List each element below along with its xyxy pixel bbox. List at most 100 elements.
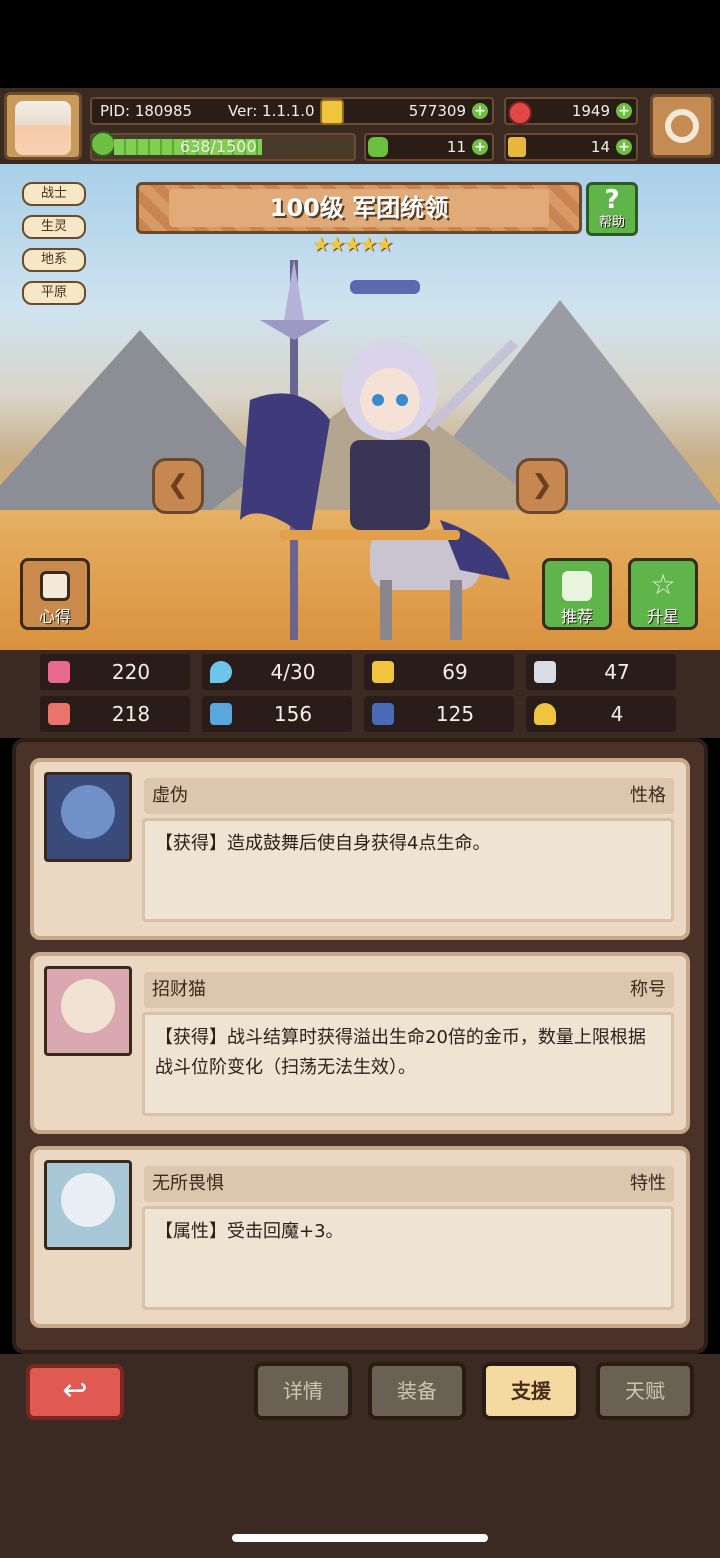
boot-icon — [372, 703, 394, 725]
portrait-figure — [61, 1173, 115, 1227]
exp-icon — [90, 131, 116, 157]
notes-label: 心得 — [38, 607, 71, 626]
shield-icon — [372, 661, 394, 683]
stat-attack-value: 218 — [111, 702, 151, 726]
card-stars: ★★★★ — [59, 1053, 132, 1056]
recommend-button[interactable]: 推荐 — [542, 558, 612, 630]
tab-support[interactable]: 支援 — [482, 1362, 580, 1420]
clover-value: 11 — [446, 138, 466, 156]
tag-race: 生灵 — [22, 215, 86, 239]
pid-version-row: PID: 180985 Ver: 1.1.1.0 — [90, 97, 346, 125]
tab-talent[interactable]: 天赋 — [596, 1362, 694, 1420]
stat-magic-value: 156 — [273, 702, 313, 726]
add-gold-button[interactable]: + — [472, 103, 488, 119]
card-name: 虚伪 — [152, 785, 188, 806]
add-clover-button[interactable]: + — [472, 139, 488, 155]
key-icon — [508, 137, 526, 157]
help-icon: ? — [604, 185, 620, 215]
recommend-label: 推荐 — [560, 607, 593, 626]
card-type: 特性 — [630, 1173, 666, 1194]
tag-terrain: 平原 — [22, 281, 86, 305]
exp-bar: 638/1500 — [90, 131, 356, 161]
card-portrait: ★★★★ — [44, 966, 132, 1056]
gems-value: 1949 — [571, 102, 610, 120]
stat-speed: 47 — [526, 654, 676, 690]
card-stars: ★★★ — [59, 859, 132, 862]
notes-button[interactable]: 心得 — [20, 558, 90, 630]
hero-title-banner: 100级 军团统领 — [136, 182, 582, 234]
notes-icon — [40, 571, 70, 601]
card-description: 【属性】受击回魔+3。 — [142, 1206, 674, 1310]
clover-icon — [368, 137, 388, 157]
tab-details[interactable]: 详情 — [254, 1362, 352, 1420]
stat-armor: 69 — [364, 654, 514, 690]
player-avatar[interactable] — [4, 92, 82, 160]
gems-row: 1949 + — [504, 97, 638, 125]
add-gems-button[interactable]: + — [616, 103, 632, 119]
pid-label: PID: 180985 — [100, 102, 193, 120]
stat-speed-value: 47 — [604, 660, 630, 684]
support-card-personality[interactable]: ★★★ 虚伪 性格 【获得】造成鼓舞后使自身获得4点生命。 — [30, 758, 690, 940]
next-hero-button[interactable]: ❯ — [516, 458, 568, 514]
wing-icon — [534, 661, 556, 683]
stat-defense-value: 125 — [435, 702, 475, 726]
tab-equipment[interactable]: 装备 — [368, 1362, 466, 1420]
gold-value: 577309 — [408, 102, 466, 120]
version-label: Ver: 1.1.1.0 — [228, 102, 315, 120]
tag-class: 战士 — [22, 182, 86, 206]
home-indicator[interactable] — [232, 1534, 488, 1542]
card-type: 性格 — [630, 785, 666, 806]
stat-mana-value: 4/30 — [270, 660, 316, 684]
card-name: 招财猫 — [152, 979, 206, 1000]
gear-icon — [665, 109, 699, 143]
heart-icon — [48, 661, 70, 683]
add-keys-button[interactable]: + — [616, 139, 632, 155]
card-stars: ★★★★★ — [59, 1247, 132, 1250]
thumbs-up-icon — [562, 571, 592, 601]
chevron-right-icon: ❯ — [531, 470, 553, 500]
star-icon: ☆ — [650, 568, 676, 601]
book-icon — [210, 703, 232, 725]
water-drop-icon — [210, 661, 232, 683]
star-up-button[interactable]: ☆ 升星 — [628, 558, 698, 630]
help-button[interactable]: ? 帮助 — [586, 182, 638, 236]
hero-sprite — [240, 260, 518, 640]
stat-luck: 4 — [526, 696, 676, 732]
card-description: 【获得】造成鼓舞后使自身获得4点生命。 — [142, 818, 674, 922]
card-header: 招财猫 称号 — [144, 972, 674, 1008]
support-card-trait[interactable]: ★★★★★ 无所畏惧 特性 【属性】受击回魔+3。 — [30, 1146, 690, 1328]
prev-hero-button[interactable]: ❮ — [152, 458, 204, 514]
clover-row: 11 + — [364, 133, 494, 161]
support-card-title[interactable]: ★★★★ 招财猫 称号 【获得】战斗结算时获得溢出生命20倍的金币，数量上限根据… — [30, 952, 690, 1134]
stat-magic: 156 — [202, 696, 352, 732]
avatar-portrait — [15, 101, 71, 155]
card-name: 无所畏惧 — [152, 1173, 224, 1194]
stat-mana: 4/30 — [202, 654, 352, 690]
stat-luck-value: 4 — [610, 702, 624, 726]
hero-character — [240, 260, 520, 650]
gem-icon — [508, 101, 532, 125]
back-button[interactable]: ↩ — [26, 1364, 124, 1420]
gold-row: 577309 + — [320, 97, 494, 125]
card-header: 无所畏惧 特性 — [144, 1166, 674, 1202]
stat-armor-value: 69 — [442, 660, 468, 684]
stat-hp: 220 — [40, 654, 190, 690]
keys-value: 14 — [590, 138, 610, 156]
star-up-label: 升星 — [646, 607, 679, 626]
card-type: 称号 — [630, 979, 666, 1000]
tag-element: 地系 — [22, 248, 86, 272]
keys-row: 14 + — [504, 133, 638, 161]
portrait-figure — [61, 979, 115, 1033]
stat-hp-value: 220 — [111, 660, 151, 684]
fist-icon — [48, 703, 70, 725]
exp-value: 638/1500 — [180, 137, 257, 156]
card-header: 虚伪 性格 — [144, 778, 674, 814]
hero-star-rating: ★★★★★ — [312, 232, 394, 256]
card-description: 【获得】战斗结算时获得溢出生命20倍的金币，数量上限根据战斗位阶变化（扫荡无法生… — [142, 1012, 674, 1116]
hero-title: 100级 军团统领 — [169, 189, 549, 227]
settings-button[interactable] — [650, 94, 714, 158]
portrait-figure — [61, 785, 115, 839]
help-label: 帮助 — [598, 215, 625, 230]
stat-defense: 125 — [364, 696, 514, 732]
return-arrow-icon: ↩ — [62, 1373, 88, 1408]
